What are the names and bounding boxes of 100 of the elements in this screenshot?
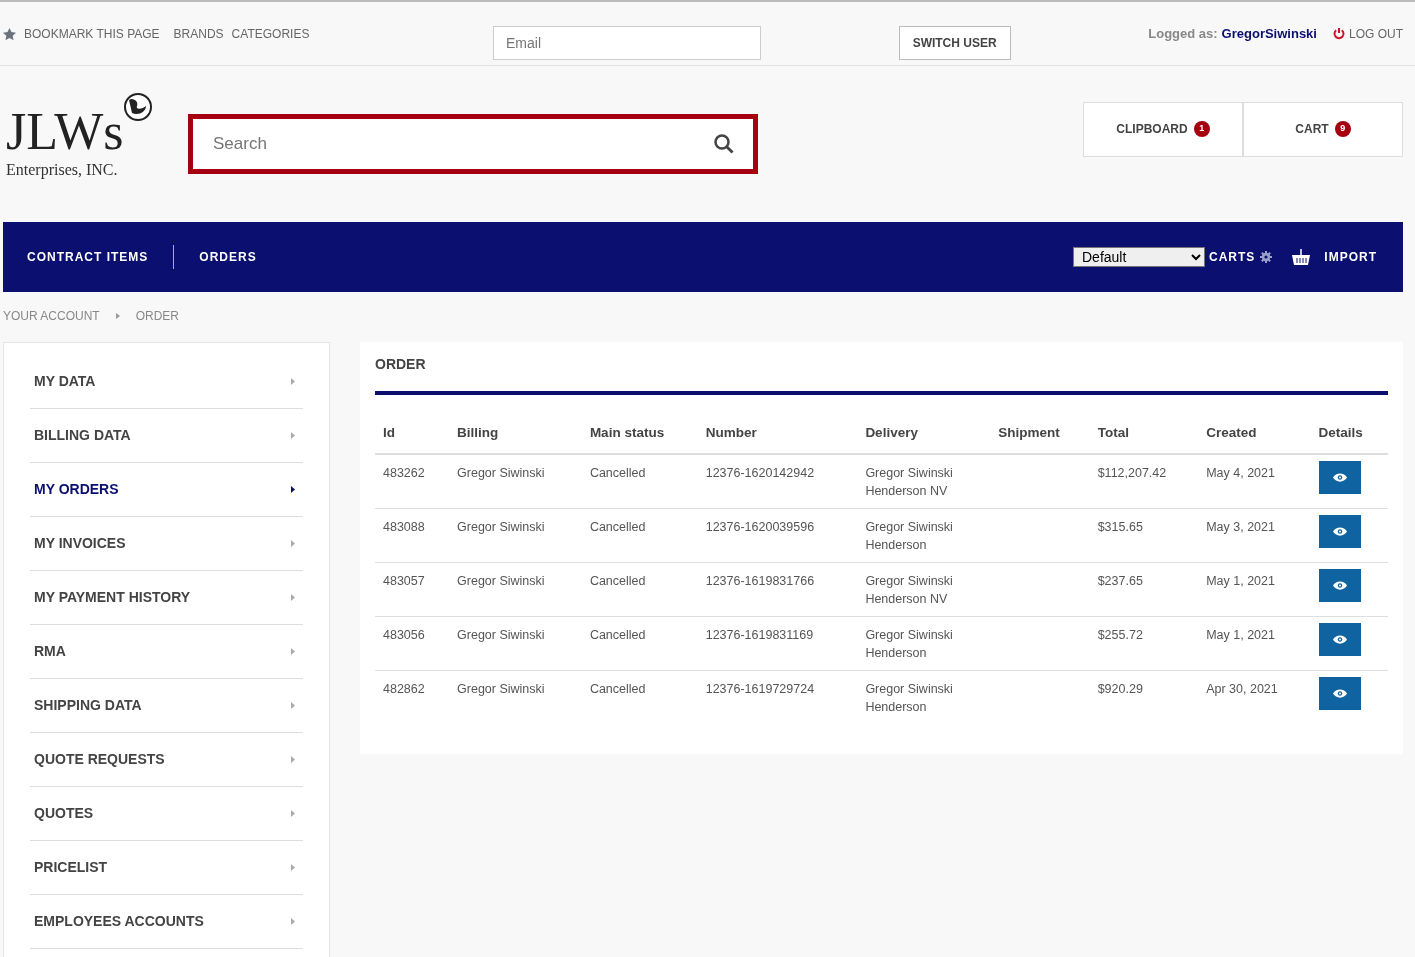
table-cell: Cancelled [581,616,698,671]
column-header: Delivery [857,413,991,455]
table-cell: 12376-1619831766 [697,562,858,617]
caret-right-icon [291,594,295,601]
nav-link[interactable]: BRANDS [173,24,224,43]
table-cell: Gregor Siwinski Henderson NV [857,454,991,509]
star-icon [3,27,16,40]
table-cell: Gregor Siwinski [449,508,582,563]
table-cell: Gregor Siwinski [449,454,582,509]
eye-icon [1332,635,1347,645]
column-header: Number [697,413,858,455]
table-cell: 483057 [375,562,450,617]
sidebar-item[interactable]: QUOTES [30,787,303,841]
gear-icon [1260,251,1273,263]
column-header: Billing [449,413,582,455]
search-field[interactable]: Search [188,114,758,174]
table-cell: Gregor Siwinski [449,562,582,617]
clipboard-button[interactable]: CLIPBOARD 1 [1083,101,1243,157]
nav-link[interactable]: CONTRACT ITEMS [27,248,149,266]
eye-icon [1332,581,1347,591]
view-details-button[interactable] [1318,569,1361,603]
sidebar-item[interactable]: EMPLOYEES ACCOUNTS [30,895,303,949]
eye-icon [1332,689,1347,699]
table-cell: 482862 [375,670,450,725]
table-cell: 483088 [375,508,450,563]
caret-right-icon [291,378,295,385]
caret-right-icon [115,313,120,319]
view-details-button[interactable] [1318,677,1361,711]
cart-button[interactable]: CART 9 [1243,101,1403,157]
search-icon[interactable] [714,134,734,154]
eye-icon [1332,473,1347,483]
nav-link[interactable]: BOOKMARK THIS PAGE [24,24,160,43]
caret-right-icon [291,702,295,709]
nav-link[interactable]: CATEGORIES [231,24,310,43]
logged-label: Logged as: [1148,24,1218,43]
table-cell: Gregor Siwinski Henderson NV [857,562,991,617]
sidebar-item[interactable]: MY INVOICES [30,517,303,571]
globe-icon [123,92,154,122]
column-header: Main status [581,413,698,455]
table-cell: May 1, 2021 [1198,616,1311,671]
count-badge: 1 [1193,121,1210,137]
caret-right-icon [291,648,295,655]
sidebar-item[interactable]: PRICELIST [30,841,303,895]
view-details-button[interactable] [1318,461,1361,495]
table-cell: May 4, 2021 [1198,454,1311,509]
table-cell: May 3, 2021 [1198,508,1311,563]
column-header: Created [1198,413,1311,455]
column-header: Shipment [990,413,1090,455]
table-cell: $255.72 [1089,616,1199,671]
caret-right-icon [291,486,295,493]
table-cell: $920.29 [1089,670,1199,725]
sidebar-item[interactable]: BILLING DATA [30,409,303,463]
table-cell: Gregor Siwinski Henderson [857,670,991,725]
view-details-button[interactable] [1318,623,1361,657]
table-cell: 12376-1620039596 [697,508,858,563]
cart-select[interactable]: Default [1073,247,1205,267]
logo-subtitle: Enterprises, INC. [6,160,119,181]
sidebar-item[interactable]: SHIPPING DATA [30,679,303,733]
nav-link[interactable]: ORDERS [199,248,257,266]
table-cell: Cancelled [581,670,698,725]
table-cell: 12376-1619729724 [697,670,858,725]
import-link[interactable]: IMPORT [1324,248,1377,266]
table-cell: $112,207.42 [1089,454,1199,509]
table-cell: Cancelled [581,454,698,509]
logo-wordmark: JLWs [6,106,124,158]
username-link[interactable]: GregorSiwinski [1221,23,1317,44]
table-cell: 483056 [375,616,450,671]
table-cell: Gregor Siwinski Henderson [857,616,991,671]
caret-right-icon [291,864,295,871]
logout-link[interactable]: LOG OUT [1332,24,1403,43]
table-cell: Gregor Siwinski [449,670,582,725]
panel-title: ORDER [375,354,1388,395]
power-icon [1332,27,1345,40]
table-cell: 12376-1620142942 [697,454,858,509]
sidebar-item[interactable]: MY PAYMENT HISTORY [30,571,303,625]
column-header: Id [375,413,450,455]
basket-icon [1292,248,1311,266]
switch-user-button[interactable]: SWITCH USER [898,25,1011,60]
caret-right-icon [291,756,295,763]
eye-icon [1332,527,1347,537]
sidebar-item[interactable]: QUOTE REQUESTS [30,733,303,787]
caret-right-icon [291,918,295,925]
table-cell: Cancelled [581,508,698,563]
email-field[interactable]: Email [493,25,761,60]
count-badge: 9 [1334,121,1351,137]
sidebar-item[interactable]: MY DATA [30,355,303,409]
sidebar-item[interactable]: RMA [30,625,303,679]
sidebar-item[interactable]: MY ORDERS [30,463,303,517]
column-header: Total [1089,413,1199,455]
caret-right-icon [291,540,295,547]
table-cell: Apr 30, 2021 [1198,670,1311,725]
table-cell: $315.65 [1089,508,1199,563]
table-cell: May 1, 2021 [1198,562,1311,617]
carts-link[interactable]: CARTS [1209,248,1256,266]
table-cell: Gregor Siwinski [449,616,582,671]
table-cell: Cancelled [581,562,698,617]
table-cell: Gregor Siwinski Henderson [857,508,991,563]
column-header: Details [1310,413,1388,455]
view-details-button[interactable] [1318,515,1361,549]
table-cell: 12376-1619831169 [697,616,858,671]
